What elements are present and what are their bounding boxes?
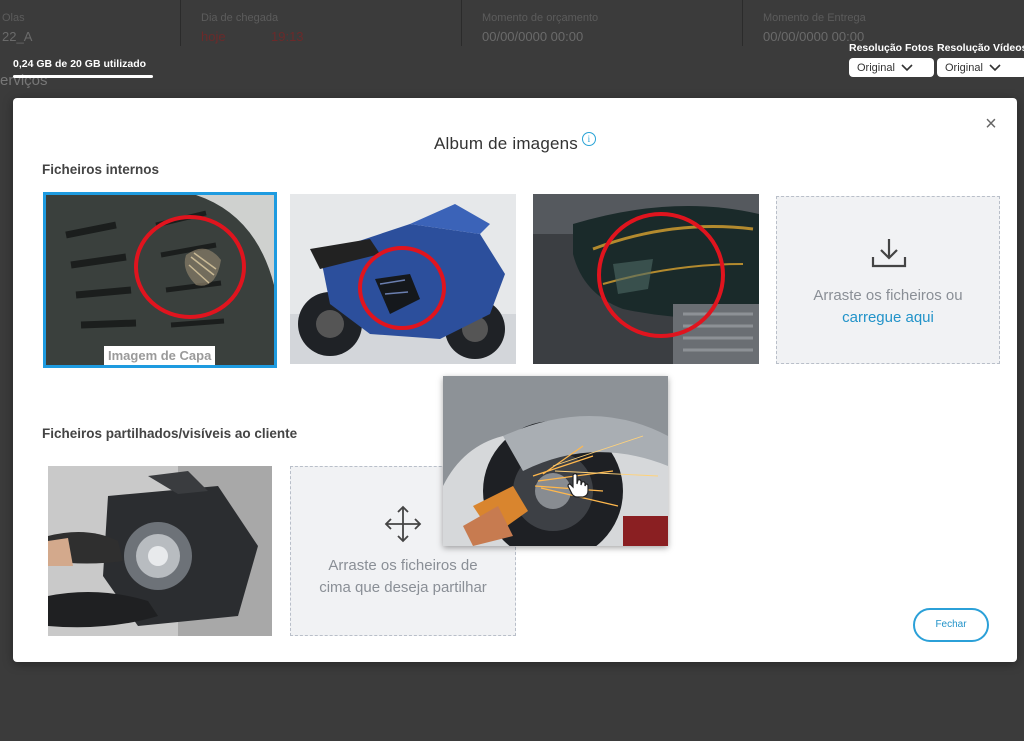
motorcycle-tank-photo (533, 194, 759, 364)
hand-cursor-icon (567, 473, 589, 498)
video-resolution-label: Resolução Vídeos (937, 42, 1024, 54)
storage-usage-bar (13, 75, 153, 78)
blue-motorcycle-photo (290, 194, 516, 364)
cover-image-label: Imagem de Capa (104, 346, 216, 365)
internal-thumb-tire[interactable]: Imagem de Capa (43, 192, 277, 368)
photo-resolution-group: Resolução Fotos Original (849, 42, 934, 77)
internal-files-label: Ficheiros internos (42, 162, 160, 177)
shared-files-label: Ficheiros partilhados/visíveis ao client… (42, 426, 298, 441)
modal-title-row: Album de imagens i (13, 132, 1017, 154)
video-resolution-select[interactable]: Original (937, 58, 1024, 77)
bg-column-delivery: Momento de Entrega 00/00/0000 00:00 (763, 12, 866, 44)
download-tray-icon (871, 239, 907, 268)
bg-column-olas: Olas 22_A (0, 0, 181, 46)
bg-column-arrival: Dia de chegada hoje 19:13 (181, 0, 462, 46)
video-resolution-group: Resolução Vídeos Original (937, 42, 1024, 77)
storage-usage-text: 0,24 GB de 20 GB utilizado (13, 58, 147, 70)
upload-instruction: Arraste os ficheiros ou (813, 287, 963, 304)
shared-thumb-headlight[interactable] (48, 466, 272, 636)
upload-dropzone[interactable]: Arraste os ficheiros ou carregue aqui (776, 196, 1000, 364)
tire-photo (46, 195, 274, 365)
photo-resolution-select[interactable]: Original (849, 58, 934, 77)
upload-link[interactable]: carregue aqui (777, 307, 999, 329)
chevron-down-icon (989, 63, 1001, 71)
info-icon[interactable]: i (582, 132, 596, 146)
share-instruction-line1: Arraste os ficheiros de (328, 557, 478, 574)
chevron-down-icon (901, 63, 913, 71)
photo-resolution-value: Original (857, 61, 895, 74)
close-icon[interactable]: × (981, 114, 1001, 134)
grinder-sparks-photo (443, 376, 668, 546)
video-resolution-value: Original (945, 61, 983, 74)
headlight-repair-photo (48, 466, 272, 636)
internal-thumb-tank[interactable] (533, 194, 759, 364)
move-arrows-icon (384, 505, 422, 543)
share-instruction-line2: cima que deseja partilhar (319, 579, 487, 596)
bg-column-budget: Momento de orçamento 00/00/0000 00:00 (462, 0, 743, 46)
photo-resolution-label: Resolução Fotos (849, 42, 934, 54)
close-modal-button[interactable]: Fechar (913, 608, 989, 642)
modal-title: Album de imagens (434, 134, 578, 153)
internal-thumb-blue-bike[interactable] (290, 194, 516, 364)
dragged-image-grinder[interactable] (443, 376, 668, 546)
